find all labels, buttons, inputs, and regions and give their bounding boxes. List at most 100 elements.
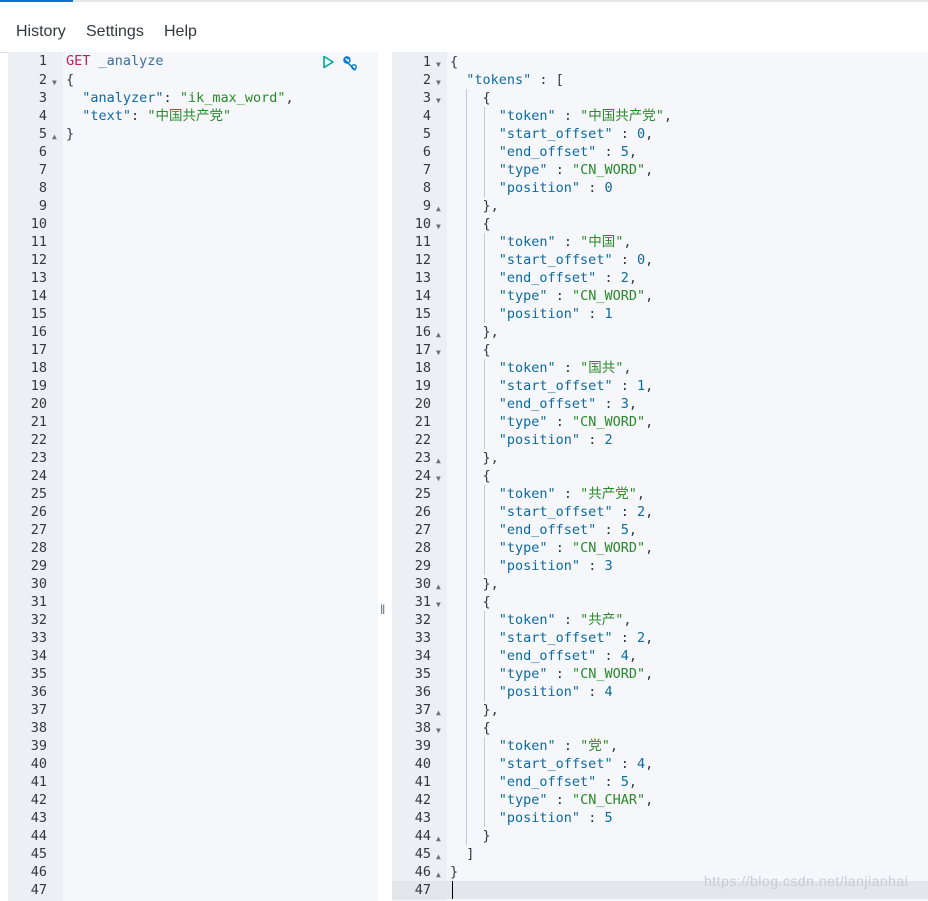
code-token: 2 (604, 432, 613, 448)
line-number: 10 (30, 216, 47, 232)
response-line: 23 ▲ }, (392, 449, 928, 467)
line-number: 26 (414, 504, 431, 520)
code-token: : (555, 612, 581, 628)
response-line: 15 "position" : 1 (392, 305, 928, 323)
line-number: 44 (30, 828, 47, 844)
code-token: "position" (498, 306, 581, 322)
http-method: GET (66, 53, 91, 69)
response-line-code: "position" : 3 (450, 557, 613, 575)
line-number: 9 (38, 198, 47, 214)
response-line-code: "end_offset" : 5, (450, 143, 637, 161)
response-line-code: "tokens" : [ (450, 71, 564, 89)
line-number: 9 (422, 198, 431, 214)
response-line-code: "start_offset" : 0, (450, 125, 653, 143)
code-token: "start_offset" (498, 126, 613, 142)
request-editor[interactable]: 1 GET _analyze 2 ▼{3 "analyzer": "ik_max_… (8, 52, 378, 901)
code-token: { (66, 72, 75, 88)
code-token: , (285, 90, 294, 106)
response-line: 3 ▼ { (392, 89, 928, 107)
response-line-code: }, (450, 575, 499, 593)
code-token: : (580, 684, 605, 700)
response-line: 16 ▲ }, (392, 323, 928, 341)
code-token: }, (450, 450, 499, 466)
code-token: , (663, 108, 672, 124)
line-number: 33 (414, 630, 431, 646)
response-line: 29 "position" : 3 (392, 557, 928, 575)
code-token: "type" (498, 792, 548, 808)
code-token: 5 (620, 144, 629, 160)
line-number: 44 (414, 828, 431, 844)
line-number: 15 (30, 306, 47, 322)
line-number: 20 (30, 396, 47, 412)
response-line-code: }, (450, 323, 499, 341)
indent-guide (484, 611, 485, 701)
help-menu[interactable]: Help (164, 23, 197, 41)
response-line-code: "start_offset" : 4, (450, 755, 653, 773)
panel-splitter[interactable] (378, 52, 392, 901)
code-token: , (636, 486, 645, 502)
line-number: 37 (414, 702, 431, 718)
code-token: : [ (531, 72, 564, 88)
line-number: 18 (414, 360, 431, 376)
line-number: 41 (414, 774, 431, 790)
code-token: { (450, 54, 459, 70)
code-token: 3 (604, 558, 613, 574)
response-line: 7 "type" : "CN_WORD", (392, 161, 928, 179)
line-number: 3 (422, 90, 431, 106)
request-line: 28 (8, 539, 378, 557)
code-token: , (628, 648, 637, 664)
request-line: 10 (8, 215, 378, 233)
code-token: , (645, 378, 654, 394)
code-token: "共产" (580, 612, 624, 628)
code-token: "end_offset" (498, 270, 597, 286)
code-token: 5 (620, 522, 629, 538)
code-token: 2 (620, 270, 629, 286)
code-token: : (596, 270, 621, 286)
line-number: 34 (414, 648, 431, 664)
code-token: "CN_CHAR" (571, 792, 646, 808)
settings-menu[interactable]: Settings (86, 23, 144, 41)
code-token: "token" (498, 486, 556, 502)
response-editor[interactable]: 1 ▼{2 ▼ "tokens" : [3 ▼ {4 "token" : "中国共产党… (392, 52, 928, 901)
text-cursor (452, 881, 453, 899)
line-number: 36 (30, 684, 47, 700)
response-line: 8 "position" : 0 (392, 179, 928, 197)
line-number: 24 (30, 468, 47, 484)
response-line-code: "token" : "共产党", (450, 485, 645, 503)
wrench-icon[interactable] (342, 55, 359, 72)
request-line: 44 (8, 827, 378, 845)
code-token: , (628, 522, 637, 538)
code-token: : (131, 108, 148, 124)
code-token: , (609, 738, 618, 754)
response-line: 44 ▲ } (392, 827, 928, 845)
response-line-code: { (450, 89, 491, 107)
code-token: : (612, 756, 637, 772)
response-line: 36 "position" : 4 (392, 683, 928, 701)
response-line: 35 "type" : "CN_WORD", (392, 665, 928, 683)
code-token: : (612, 126, 637, 142)
line-number: 29 (30, 558, 47, 574)
line-number: 38 (30, 720, 47, 736)
line-number: 15 (414, 306, 431, 322)
resize-handle-icon[interactable]: ‖ (380, 602, 385, 617)
play-icon[interactable] (321, 55, 335, 69)
code-token: : (555, 234, 581, 250)
line-number: 1 (422, 54, 431, 70)
history-menu[interactable]: History (16, 23, 66, 41)
code-token: "start_offset" (498, 630, 613, 646)
code-token: } (450, 864, 459, 880)
line-number: 41 (30, 774, 47, 790)
code-token: "start_offset" (498, 756, 613, 772)
response-line: 30 ▲ }, (392, 575, 928, 593)
indent-guide (466, 89, 467, 845)
code-token: , (628, 396, 637, 412)
response-line-code: "position" : 5 (450, 809, 613, 827)
code-token: , (628, 270, 637, 286)
